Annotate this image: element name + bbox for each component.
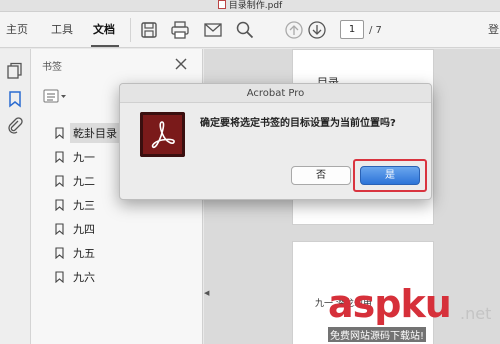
- bookmark-icon: [55, 223, 64, 235]
- page-total: / 7: [369, 25, 382, 36]
- dialog-title: Acrobat Pro: [120, 84, 431, 103]
- sign-in-link[interactable]: 登: [488, 21, 499, 37]
- bookmark-icon: [55, 151, 64, 163]
- pages-icon[interactable]: [6, 62, 24, 80]
- close-icon[interactable]: [175, 58, 187, 70]
- print-icon[interactable]: [170, 20, 190, 40]
- active-tab-indicator: [91, 45, 119, 47]
- bookmark-label: 九二: [73, 175, 95, 188]
- bookmark-icon[interactable]: [6, 90, 24, 108]
- bookmark-item[interactable]: 九四: [55, 217, 195, 241]
- bookmark-item[interactable]: 九六: [55, 265, 195, 289]
- bookmark-icon: [55, 271, 64, 283]
- tab-home[interactable]: 主页: [6, 21, 28, 37]
- toolbar-divider: [130, 18, 131, 42]
- save-icon[interactable]: [139, 20, 159, 40]
- bookmark-item[interactable]: 九五: [55, 241, 195, 265]
- watermark-domain: .net: [460, 304, 492, 323]
- bookmark-icon: [55, 127, 64, 139]
- main-toolbar: 主页 工具 文档 1 / 7 登: [0, 12, 500, 48]
- tab-tools[interactable]: 工具: [51, 21, 73, 37]
- page-number-input[interactable]: 1: [340, 20, 364, 39]
- collapse-panel-icon[interactable]: ◀: [204, 289, 209, 297]
- bookmark-label: 乾卦目录: [70, 123, 120, 143]
- bookmark-icon: [55, 247, 64, 259]
- pdf-file-icon: [217, 0, 226, 9]
- page-up-icon[interactable]: [284, 20, 304, 40]
- page-down-icon[interactable]: [307, 20, 327, 40]
- bookmark-options-button[interactable]: [43, 88, 69, 104]
- watermark: aspku .net 免费网站源码下载站!: [322, 282, 500, 344]
- attachment-icon[interactable]: [6, 116, 24, 134]
- watermark-logo: aspku: [328, 282, 452, 326]
- no-button[interactable]: 否: [291, 166, 351, 185]
- highlight-annotation: [353, 159, 427, 192]
- confirm-dialog: Acrobat Pro 确定要将选定书签的目标设置为当前位置吗? 否 是: [119, 83, 432, 200]
- bookmark-label: 九三: [73, 199, 95, 212]
- navigation-rail: [0, 49, 31, 344]
- bookmark-label: 九一: [73, 151, 95, 164]
- search-icon[interactable]: [235, 20, 255, 40]
- bookmark-label: 九五: [73, 247, 95, 260]
- bookmark-icon: [55, 175, 64, 187]
- window-titlebar: 目录制作.pdf: [0, 0, 500, 12]
- window-title: 目录制作.pdf: [228, 1, 283, 11]
- bookmark-label: 九六: [73, 271, 95, 284]
- dialog-message: 确定要将选定书签的目标设置为当前位置吗?: [200, 118, 396, 129]
- bookmark-icon: [55, 199, 64, 211]
- mail-icon[interactable]: [203, 20, 223, 40]
- bookmark-label: 九四: [73, 223, 95, 236]
- tab-document[interactable]: 文档: [93, 21, 115, 37]
- panel-title: 书签: [42, 62, 62, 73]
- watermark-slogan: 免费网站源码下载站!: [328, 327, 427, 342]
- acrobat-app-icon: [140, 112, 185, 157]
